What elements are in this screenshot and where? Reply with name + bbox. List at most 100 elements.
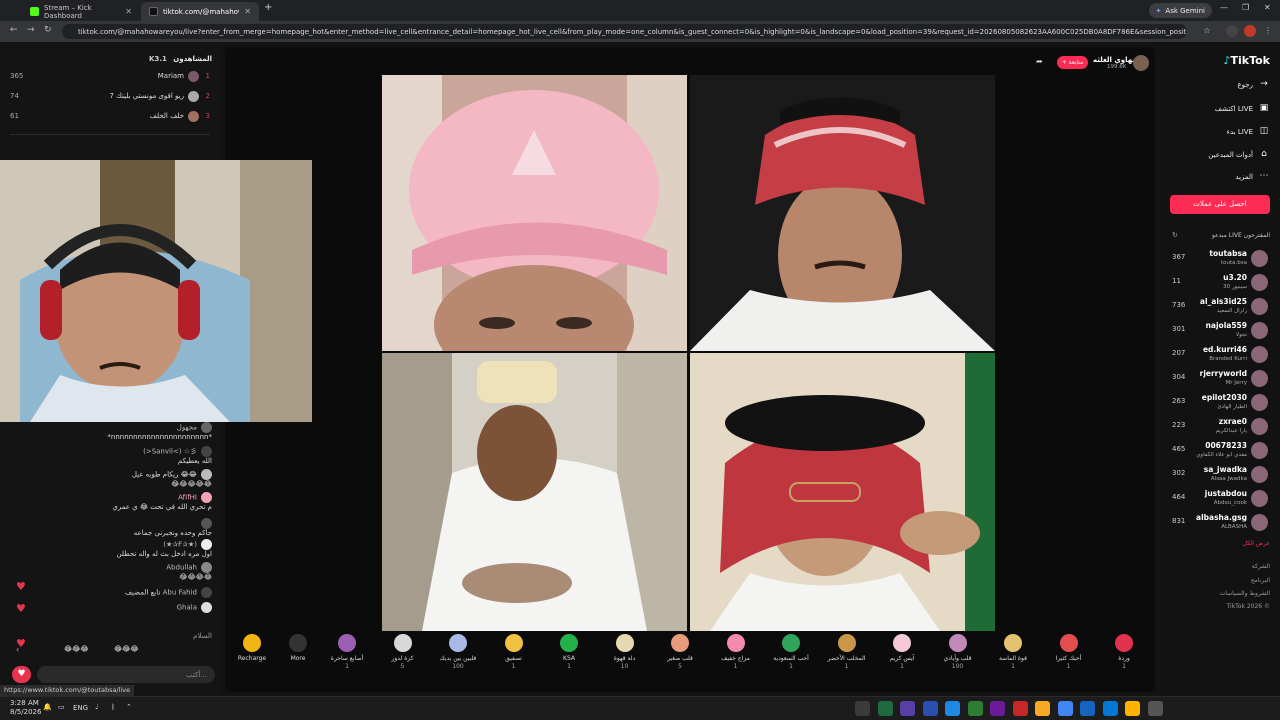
suggested-creator[interactable]: 367 toutabsa touta.bsa [1170, 248, 1270, 270]
gift-item[interactable]: قلبين بين يديك 100 [434, 634, 482, 678]
recharge-button[interactable]: Recharge [228, 634, 276, 678]
taskbar-app-icon[interactable] [922, 701, 938, 716]
back-arrow-icon[interactable]: ← [10, 25, 18, 35]
nav-back[interactable]: رجوع → [1237, 79, 1270, 91]
nav-explore-live[interactable]: اكتشف LIVE ▣ [1215, 103, 1270, 115]
menu-dots-icon[interactable]: ⋮ [1262, 25, 1274, 37]
follow-button[interactable]: + متابعة [1057, 56, 1088, 69]
profile-avatar[interactable] [1244, 25, 1256, 37]
taskbar-app-icon[interactable] [1080, 701, 1095, 716]
show-all-link[interactable]: عرض الكل [1243, 540, 1270, 547]
gift-item[interactable]: أحبك كثيرا 1 [1045, 634, 1093, 678]
clock-time: 3:28 AM [10, 699, 39, 707]
refresh-icon[interactable]: ↻ [1172, 231, 1178, 239]
suggested-creator[interactable]: 736 al_als3id25 زلزال السعيد [1170, 296, 1270, 318]
footer-link[interactable]: الشركة [1252, 563, 1270, 570]
suggested-creator[interactable]: 465 00678233 مفدي ابو علاء الكفاوي [1170, 440, 1270, 462]
chat-input[interactable]: أكتب... [37, 666, 215, 683]
taskbar-app-icon[interactable] [1012, 701, 1028, 716]
url-input[interactable]: tiktok.com/@mahahowareyou/live?enter_fro… [62, 24, 1187, 39]
suggested-creator[interactable]: 207 ed.kurri46 Branded Kurri [1170, 344, 1270, 366]
gift-item[interactable]: أحب السعودية 1 [767, 634, 815, 678]
suggested-creator[interactable]: 464 justabdou Abdou_cook [1170, 488, 1270, 510]
chat-message: Abdullah 😂😂😂😂 [166, 562, 212, 581]
nav-go-live[interactable]: بدء LIVE ◫ [1227, 126, 1270, 138]
notification-bell-icon[interactable]: 🔔 [43, 703, 52, 711]
microphone-icon[interactable]: ♩ [95, 703, 98, 711]
footer-link[interactable]: البرنامج [1251, 577, 1270, 584]
get-coins-button[interactable]: احصل على عملات [1170, 195, 1270, 214]
like-heart-button[interactable]: ♥ [12, 666, 31, 683]
taskbar-app-icon[interactable] [945, 701, 960, 716]
gift-item[interactable]: كرة لدور 5 [379, 634, 427, 678]
taskbar-app-icon[interactable] [967, 701, 983, 716]
taskbar-app-icon[interactable] [1057, 701, 1073, 716]
close-tab-icon[interactable]: ✕ [125, 7, 132, 16]
suggested-creator[interactable]: 304 rjerryworld Mr Jerry [1170, 368, 1270, 390]
chevron-up-icon[interactable]: ⌃ [126, 703, 132, 711]
taskbar-app-icon[interactable] [900, 701, 915, 716]
tiktok-logo[interactable]: ♪TikTok [1223, 54, 1270, 67]
taskbar-app-icon[interactable] [855, 701, 870, 716]
suggested-creator[interactable]: 263 epilot2030 الطيار الهادئ [1170, 392, 1270, 414]
gift-item[interactable]: أصابع ساحرة 1 [323, 634, 371, 678]
suggested-creator[interactable]: 223 zxrae0 يارا عبدالكريم [1170, 416, 1270, 438]
top-viewer-row[interactable]: 365 Mariam 1 [10, 69, 210, 83]
suggested-title: مبدعو LIVE المقترحون [1211, 232, 1270, 239]
footer-link[interactable]: الشروط والسياسات [1220, 590, 1270, 597]
taskbar-app-icon[interactable] [877, 701, 893, 716]
suggested-creator[interactable]: 11 u3.20 سينيور 30 [1170, 272, 1270, 294]
gift-item[interactable]: قلب صغير 5 [656, 634, 704, 678]
bluetooth-icon[interactable]: ᛒ [111, 703, 115, 711]
gift-item[interactable]: تصفيق 1 [490, 634, 538, 678]
gift-item[interactable]: مزاج خفيف 1 [712, 634, 760, 678]
chevron-left-icon[interactable]: ‹ [16, 645, 19, 654]
taskbar-app-icon[interactable] [1147, 701, 1163, 716]
tab-tiktok-live[interactable]: tiktok.com/@mahahowar… ✕ [141, 2, 259, 21]
video-tile-guest-2[interactable] [690, 75, 995, 351]
more-gifts-button[interactable]: More [274, 634, 322, 678]
ask-gemini-button[interactable]: ✦ Ask Gemini [1148, 3, 1212, 18]
new-tab-button[interactable]: + [264, 2, 272, 13]
gift-name: أصابع ساحرة [330, 655, 364, 662]
close-tab-icon[interactable]: ✕ [244, 7, 251, 16]
video-tile-guest-4[interactable] [690, 353, 995, 631]
maximize-icon[interactable]: ❐ [1242, 3, 1249, 12]
window-close-icon[interactable]: ✕ [1264, 3, 1271, 12]
gift-item[interactable]: دلة قهوة 10 [601, 634, 649, 678]
taskbar-app-icon[interactable] [1125, 701, 1140, 716]
gift-name: أحبك كثيرا [1055, 655, 1082, 662]
taskbar-app-icon[interactable] [1035, 701, 1050, 716]
video-tile-guest-1[interactable] [382, 75, 687, 351]
video-tile-guest-3[interactable] [382, 353, 687, 631]
gift-item[interactable]: قلب وأيادي 100 [934, 634, 982, 678]
top-viewer-row[interactable]: 61 خلف الخلف 3 [10, 109, 210, 123]
nav-creator-tools[interactable]: أدوات المبدعين ⌂ [1208, 149, 1270, 161]
forward-arrow-icon[interactable]: → [27, 25, 35, 35]
nav-more[interactable]: المزيد ⋯ [1235, 171, 1270, 183]
extension-icon[interactable] [1226, 25, 1238, 37]
gift-item[interactable]: المخلب الأخضر 1 [823, 634, 871, 678]
suggested-creator[interactable]: 301 najola559 نجولا [1170, 320, 1270, 342]
avatar [1251, 370, 1268, 387]
gift-item[interactable]: قوة الماسة 1 [989, 634, 1037, 678]
quick-emoji-button[interactable]: 😂😂😂 [114, 645, 139, 653]
reload-icon[interactable]: ↻ [44, 25, 52, 35]
suggested-creator[interactable]: 831 albasha.gsg ALBASHA [1170, 512, 1270, 534]
top-viewer-row[interactable]: 74 ريو اقوى مونستي بليتك 7 2 [10, 89, 210, 103]
gift-item[interactable]: آيس كريم 1 [878, 634, 926, 678]
tab-kick-dashboard[interactable]: Stream – Kick Dashboard ✕ [22, 2, 140, 21]
minimize-icon[interactable]: — [1220, 3, 1228, 12]
taskbar-app-icon[interactable] [1102, 701, 1118, 716]
suggested-creator[interactable]: 302 sa_jwadka Alsaa Jwadka [1170, 464, 1270, 486]
gift-item[interactable]: وردة 1 [1100, 634, 1148, 678]
gift-item[interactable]: KSA 1 [545, 634, 593, 678]
desktop-icon[interactable]: ▭ [58, 703, 65, 711]
gift-icon [504, 634, 523, 652]
bookmark-star-icon[interactable]: ☆ [1201, 25, 1213, 37]
gift-icon [893, 634, 911, 652]
share-arrow-icon[interactable]: ➦ [1036, 57, 1043, 66]
taskbar-app-icon[interactable] [990, 701, 1005, 716]
language-indicator[interactable]: ENG [73, 704, 88, 712]
quick-emoji-button[interactable]: 😂😂😂 [64, 645, 89, 653]
